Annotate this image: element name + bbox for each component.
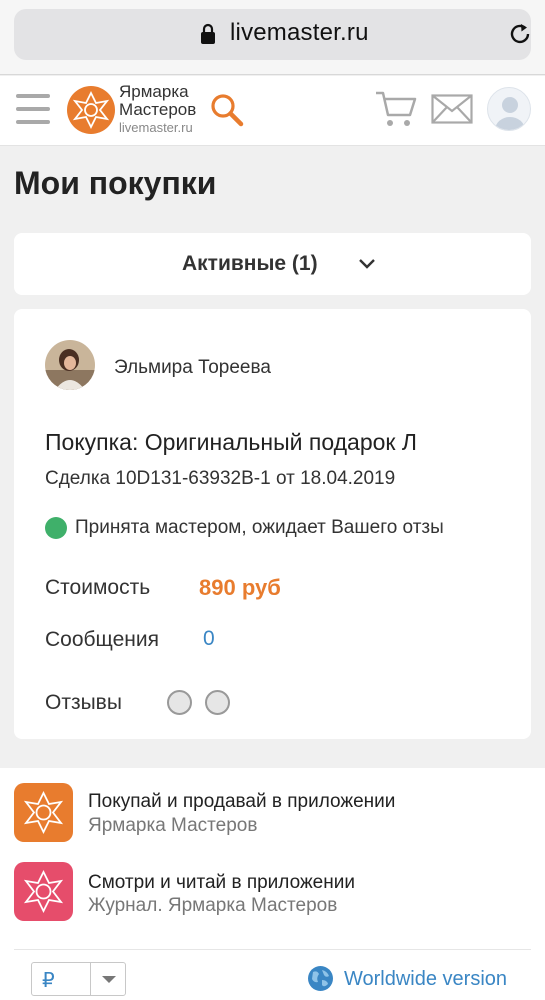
reload-icon[interactable]: [507, 21, 533, 47]
mail-icon[interactable]: [431, 94, 473, 124]
purchase-title[interactable]: Покупка: Оригинальный подарок Л: [45, 429, 475, 456]
seller-avatar[interactable]: [45, 340, 95, 390]
site-header: Ярмарка Мастеров livemaster.ru: [0, 76, 545, 146]
messages-count[interactable]: 0: [203, 627, 215, 651]
review-status-seller[interactable]: [167, 690, 192, 715]
browser-toolbar: livemaster.ru: [0, 0, 545, 75]
messages-label: Сообщения: [45, 628, 159, 651]
cost-value: 890 руб: [199, 575, 281, 600]
logo-line-2: Мастеров: [119, 100, 197, 119]
filter-label: Активные (1): [182, 252, 318, 275]
journal-app-icon[interactable]: [14, 862, 73, 921]
logo-line-1: Ярмарка: [119, 82, 189, 101]
logo-icon[interactable]: [67, 86, 115, 134]
logo-text[interactable]: Ярмарка Мастеров livemaster.ru: [119, 83, 196, 137]
app-promo-section: Покупай и продавай в приложении Ярмарка …: [0, 768, 545, 1000]
seller-name[interactable]: Эльмира Тореева: [114, 357, 271, 379]
user-avatar-icon[interactable]: [487, 87, 531, 131]
app-1-subtitle: Ярмарка Мастеров: [88, 815, 258, 836]
order-status: Принята мастером, ожидает Вашего отзы: [75, 517, 444, 538]
page-title: Мои покупки: [14, 165, 217, 201]
chevron-down-icon: [359, 259, 375, 269]
status-filter-dropdown[interactable]: Активные (1): [14, 233, 531, 295]
app-2-subtitle: Журнал. Ярмарка Мастеров: [88, 895, 338, 916]
app-2-title[interactable]: Смотри и читай в приложении: [88, 872, 355, 894]
footer-divider: [14, 949, 531, 950]
status-indicator: [45, 517, 67, 539]
currency-symbol: ₽: [42, 970, 55, 992]
lock-icon: [201, 23, 215, 44]
address-bar[interactable]: livemaster.ru: [14, 9, 531, 60]
app-1-title[interactable]: Покупай и продавай в приложении: [88, 791, 395, 813]
deal-number: Сделка 10D131-63932B-1 от 18.04.2019: [45, 468, 396, 489]
cost-label: Стоимость: [45, 576, 151, 599]
currency-select[interactable]: ₽: [31, 962, 126, 996]
url-text: livemaster.ru: [230, 19, 369, 46]
globe-icon: [308, 966, 333, 991]
reviews-label: Отзывы: [45, 691, 122, 714]
worldwide-version-link[interactable]: Worldwide version: [344, 968, 507, 991]
search-icon[interactable]: [210, 93, 244, 127]
logo-url: livemaster.ru: [119, 120, 193, 135]
livemaster-app-icon[interactable]: [14, 783, 73, 842]
menu-icon[interactable]: [16, 94, 50, 126]
cart-icon[interactable]: [375, 90, 417, 128]
order-card: Эльмира Тореева Покупка: Оригинальный по…: [14, 309, 531, 739]
review-status-buyer[interactable]: [205, 690, 230, 715]
caret-down-icon: [102, 976, 116, 983]
